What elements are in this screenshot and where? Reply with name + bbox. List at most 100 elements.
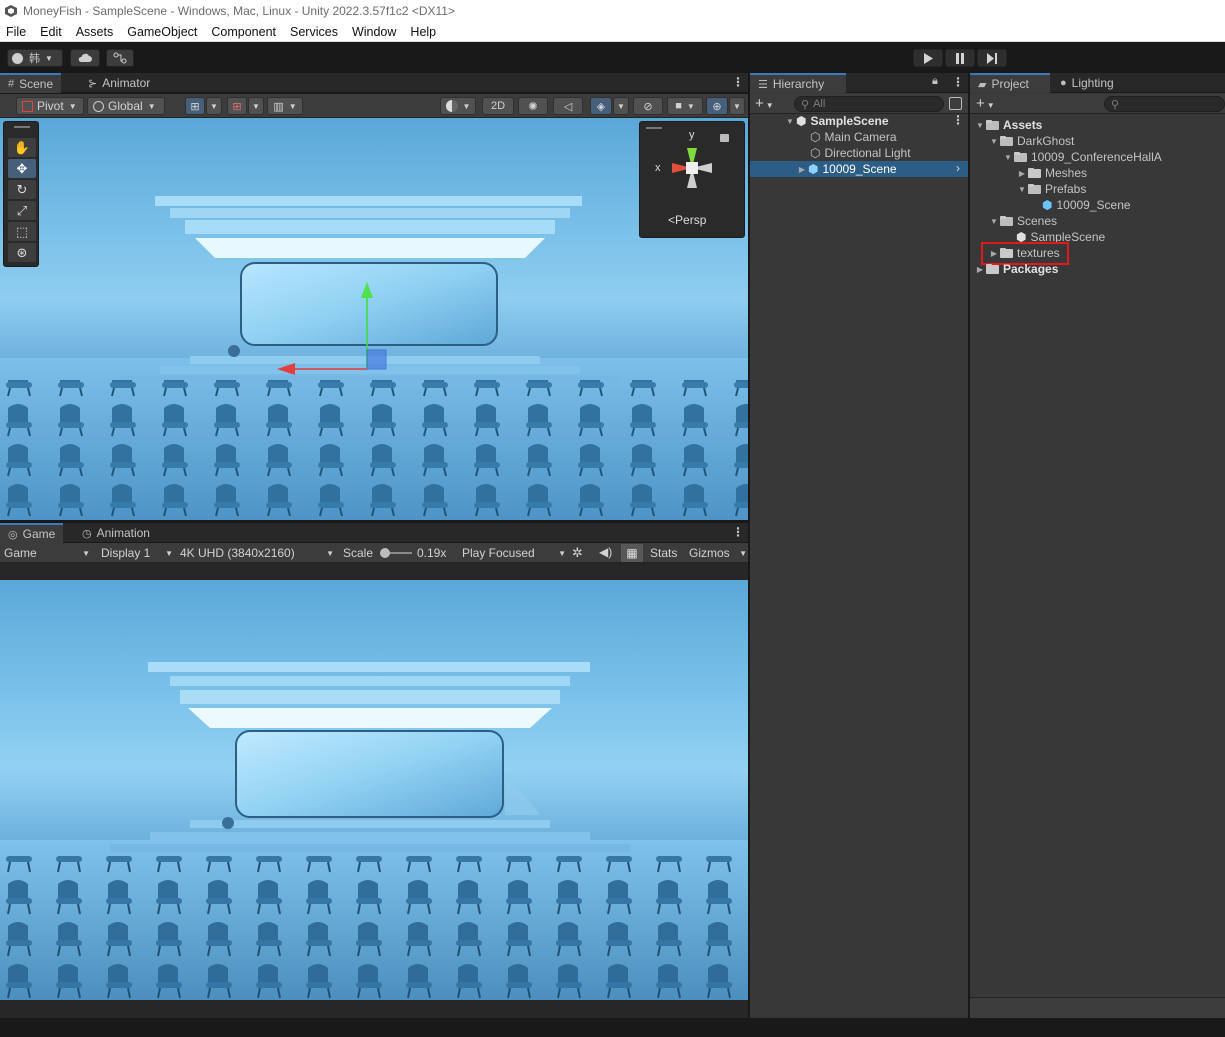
hierarchy-search-input[interactable]: ⚲ All <box>794 96 944 112</box>
effects-dropdown[interactable]: ▼ <box>613 97 629 115</box>
expand-arrow-icon[interactable]: ▼ <box>974 121 986 130</box>
project-item-meshes[interactable]: ▶ Meshes <box>1016 165 1087 181</box>
orientation-gizmo[interactable]: y x <Persp <box>639 121 745 238</box>
lock-icon[interactable]: 🔒︎ <box>932 75 938 88</box>
global-dropdown[interactable]: Global ▼ <box>87 97 165 115</box>
play-mode-dropdown[interactable]: Play Focused ▼ <box>462 545 566 561</box>
draw-mode-dropdown[interactable]: ▼ <box>440 97 476 115</box>
increment-snap-button[interactable]: ⊞ <box>227 97 247 115</box>
rotate-tool-icon[interactable]: ↻ <box>8 180 36 199</box>
audio-toggle[interactable]: ◁ <box>553 97 583 115</box>
scale-slider-thumb[interactable] <box>380 548 390 558</box>
display-dropdown[interactable]: Display 1 ▼ <box>101 545 173 561</box>
tab-animator[interactable]: ⊱ Animator <box>80 73 158 93</box>
add-button[interactable]: + ▼ <box>755 95 774 112</box>
tab-animation[interactable]: ◷ Animation <box>74 523 158 543</box>
tab-project[interactable]: ▰ Project <box>970 73 1050 93</box>
expand-arrow-icon[interactable]: ▼ <box>988 217 1000 226</box>
shortcuts-toggle[interactable]: ▦ <box>621 544 643 562</box>
scale-tool-icon[interactable]: ⤢ <box>8 201 36 220</box>
scene-panel-menu-icon[interactable]: ⋮ <box>732 75 744 89</box>
2d-label: 2D <box>490 100 506 112</box>
drag-handle-icon[interactable] <box>14 126 30 128</box>
tab-lighting[interactable]: ● Lighting <box>1052 73 1122 93</box>
item-label: Scenes <box>1017 214 1058 228</box>
scene-visibility-toggle[interactable]: ⊘ <box>633 97 663 115</box>
pause-button[interactable] <box>945 49 975 67</box>
project-item-10009-scene[interactable]: ⬢ 10009_Scene <box>1042 197 1131 213</box>
transform-tool-icon[interactable]: ⊛ <box>8 243 36 262</box>
gizmos-toggle[interactable]: ⊕ <box>706 97 728 115</box>
collab-button[interactable] <box>106 49 134 67</box>
game-viewport[interactable] <box>0 580 748 1000</box>
project-item-packages[interactable]: ▶ Packages <box>974 261 1058 277</box>
expand-arrow-icon[interactable]: ▶ <box>974 265 986 274</box>
menu-edit[interactable]: Edit <box>40 25 62 39</box>
effects-toggle[interactable]: ◈ <box>590 97 612 115</box>
gizmos-dropdown[interactable]: ▼ <box>729 97 745 115</box>
chevron-right-icon[interactable]: › <box>956 161 960 175</box>
persp-toggle[interactable]: <Persp <box>668 213 706 227</box>
account-button[interactable]: 韩 ▼ <box>7 49 63 67</box>
scene-menu-icon[interactable]: ⋮ <box>952 113 964 127</box>
folder-icon <box>986 264 999 274</box>
menu-gameobject[interactable]: GameObject <box>127 25 197 39</box>
gizmos-dropdown-game[interactable]: Gizmos ▼ <box>689 545 747 561</box>
menu-file[interactable]: File <box>6 25 26 39</box>
project-search-input[interactable]: ⚲ <box>1104 96 1225 112</box>
step-button[interactable] <box>977 49 1007 67</box>
hierarchy-item-10009-scene[interactable]: ▶ ⬢ 10009_Scene › <box>750 161 968 177</box>
expand-arrow-icon[interactable]: ▼ <box>1016 185 1028 194</box>
menu-component[interactable]: Component <box>211 25 276 39</box>
expand-arrow-icon[interactable]: ▼ <box>988 137 1000 146</box>
create-button[interactable]: + ▼ <box>976 95 995 112</box>
game-panel-menu-icon[interactable]: ⋮ <box>732 525 744 539</box>
grid-snap-button[interactable]: ⊞ <box>185 97 205 115</box>
game-view-dropdown[interactable]: Game ▼ <box>4 545 90 561</box>
hand-tool-icon[interactable]: ✋ <box>8 138 36 157</box>
pivot-dropdown[interactable]: Pivot ▼ <box>16 97 84 115</box>
rect-tool-icon[interactable]: ⬚ <box>8 222 36 241</box>
gizmos-label: Gizmos <box>689 546 730 560</box>
project-item-scenes[interactable]: ▼ Scenes <box>988 213 1057 229</box>
menu-help[interactable]: Help <box>410 25 436 39</box>
increment-snap-dropdown[interactable]: ▼ <box>248 97 264 115</box>
grid-snap-dropdown[interactable]: ▼ <box>206 97 222 115</box>
hierarchy-item-samplescene[interactable]: ▼ ⬢ SampleScene ⋮ <box>784 113 968 129</box>
project-item-prefabs[interactable]: ▼ Prefabs <box>1016 181 1086 197</box>
speaker-icon[interactable]: ◀) <box>599 545 612 559</box>
hierarchy-menu-icon[interactable]: ⋮ <box>952 75 964 89</box>
stats-button[interactable]: Stats <box>650 546 677 560</box>
expand-arrow-icon[interactable]: ▼ <box>1002 153 1014 162</box>
tab-game[interactable]: ◎ Game <box>0 523 64 543</box>
tab-scene[interactable]: # Scene <box>0 73 62 93</box>
project-item-darkghost[interactable]: ▼ DarkGhost <box>988 133 1074 149</box>
menu-window[interactable]: Window <box>352 25 396 39</box>
camera-icon: ■ <box>675 100 682 112</box>
tab-hierarchy[interactable]: ☰ Hierarchy <box>750 73 846 93</box>
project-item-conferencehall[interactable]: ▼ 10009_ConferenceHallA <box>1002 149 1162 165</box>
menu-assets[interactable]: Assets <box>76 25 114 39</box>
menu-services[interactable]: Services <box>290 25 338 39</box>
project-item-assets[interactable]: ▼ Assets <box>974 117 1042 133</box>
hierarchy-item-main-camera[interactable]: ⬡ Main Camera <box>810 129 897 145</box>
cloud-button[interactable] <box>70 49 100 67</box>
resolution-dropdown[interactable]: 4K UHD (3840x2160) ▼ <box>180 545 334 561</box>
drag-handle-icon[interactable] <box>646 127 662 129</box>
align-button[interactable]: ▥ ▼ <box>267 97 303 115</box>
expand-arrow-icon[interactable]: ▼ <box>784 117 796 126</box>
scene-search-icon[interactable] <box>949 97 962 110</box>
search-icon: ⚲ <box>1111 98 1120 111</box>
camera-settings-dropdown[interactable]: ■ ▼ <box>667 97 703 115</box>
move-tool-icon[interactable]: ✥ <box>8 159 36 178</box>
expand-arrow-icon[interactable]: ▶ <box>796 165 808 174</box>
expand-arrow-icon[interactable]: ▶ <box>1016 169 1028 178</box>
play-button[interactable] <box>913 49 943 67</box>
hierarchy-item-directional-light[interactable]: ⬡ Directional Light <box>810 145 911 161</box>
lighting-toggle[interactable]: ✺ <box>518 97 548 115</box>
2d-toggle[interactable]: 2D <box>482 97 514 115</box>
bug-icon[interactable]: ✲ <box>572 545 583 561</box>
search-placeholder: All <box>813 98 826 110</box>
axis-gizmo-icon[interactable] <box>654 132 730 204</box>
scene-viewport[interactable]: ✋ ✥ ↻ ⤢ ⬚ ⊛ y x <Persp <box>0 118 748 520</box>
